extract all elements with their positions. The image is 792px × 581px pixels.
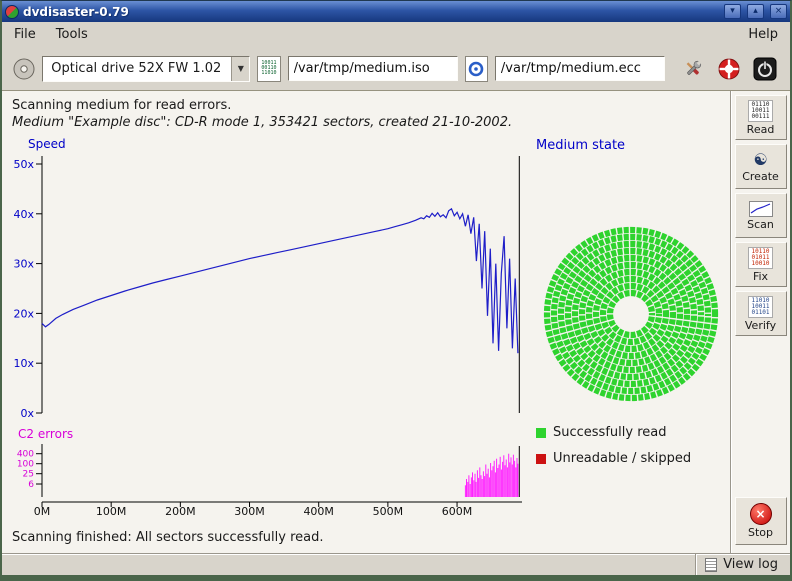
wrench-icon xyxy=(681,57,705,81)
view-log-button[interactable]: View log xyxy=(695,554,790,575)
app-window: dvdisaster-0.79 ▾ ▴ × File Tools Help Op… xyxy=(0,0,792,581)
verify-icon: 11010 10011 01101 xyxy=(748,296,772,318)
legend-unreadable: Unreadable / skipped xyxy=(536,451,740,466)
action-sidebar: 01110 10011 00111 Read ☯ Create Scan 101… xyxy=(730,91,790,553)
read-icon: 01110 10011 00111 xyxy=(748,100,772,122)
window-title: dvdisaster-0.79 xyxy=(23,5,718,19)
menu-file[interactable]: File xyxy=(4,23,46,46)
medium-state-legend: Successfully read Unreadable / skipped xyxy=(536,425,740,466)
fix-button[interactable]: 10110 01011 10010 Fix xyxy=(735,242,787,287)
menu-help[interactable]: Help xyxy=(738,23,788,46)
ecc-path-input[interactable] xyxy=(495,56,665,81)
ecc-disc-glyph xyxy=(468,61,484,77)
drive-select-value: Optical drive 52X FW 1.02 xyxy=(43,57,231,81)
legend-label-success: Successfully read xyxy=(553,425,666,440)
legend-swatch-unreadable xyxy=(536,454,546,464)
svg-text:6: 6 xyxy=(28,480,34,490)
log-icon xyxy=(705,558,717,572)
legend-swatch-success xyxy=(536,428,546,438)
stop-button-label: Stop xyxy=(748,526,773,539)
menubar: File Tools Help xyxy=(2,22,790,47)
svg-text:50x: 50x xyxy=(13,158,34,171)
fix-button-label: Fix xyxy=(753,270,768,283)
legend-label-unreadable: Unreadable / skipped xyxy=(553,451,691,466)
iso-path-input[interactable] xyxy=(288,56,458,81)
drive-select[interactable]: Optical drive 52X FW 1.02 ▼ xyxy=(42,56,250,82)
svg-text:10x: 10x xyxy=(13,357,34,370)
preferences-button[interactable] xyxy=(679,54,708,84)
verify-button[interactable]: 11010 10011 01101 Verify xyxy=(735,291,787,336)
read-button[interactable]: 01110 10011 00111 Read xyxy=(735,95,787,140)
content-area: Scanning medium for read errors. Medium … xyxy=(2,91,790,553)
verify-button-label: Verify xyxy=(745,319,776,332)
visualization-row: Speed 0x 10x 20x 30x 40x 50x 0M 100M 200M 300M 400M… xyxy=(2,136,730,520)
titlebar[interactable]: dvdisaster-0.79 ▾ ▴ × xyxy=(2,1,790,22)
fix-icon: 10110 01011 10010 xyxy=(748,247,772,269)
iso-image-icon: 10011 00110 11010 xyxy=(257,56,280,82)
status-area: Scanning medium for read errors. Medium … xyxy=(2,91,730,131)
disc-wrapper xyxy=(536,219,740,409)
scan-result-status: Scanning finished: All sectors successfu… xyxy=(2,520,730,545)
iso-icon-digits: 10011 00110 11010 xyxy=(261,61,276,76)
quit-button[interactable] xyxy=(751,54,780,84)
view-log-label: View log xyxy=(723,557,778,572)
svg-text:400: 400 xyxy=(17,450,34,460)
status-line-2: Medium "Example disc": CD-R mode 1, 3534… xyxy=(12,114,730,131)
create-button[interactable]: ☯ Create xyxy=(735,144,787,189)
svg-text:100M: 100M xyxy=(96,505,127,518)
scan-chart: Speed 0x 10x 20x 30x 40x 50x 0M 100M 200M 300M 400M… xyxy=(10,136,532,520)
svg-text:C2 errors: C2 errors xyxy=(18,427,73,441)
ecc-file-icon xyxy=(465,56,488,82)
power-icon xyxy=(753,57,777,81)
svg-text:0x: 0x xyxy=(20,407,34,420)
bottom-bar: View log xyxy=(2,553,790,575)
medium-state-disc xyxy=(536,219,726,409)
minimize-button[interactable]: ▾ xyxy=(724,4,741,19)
scan-button-label: Scan xyxy=(747,218,774,231)
stop-button[interactable]: × Stop xyxy=(735,497,787,545)
medium-state-panel: Medium state Successfully read Unreadabl… xyxy=(532,136,740,520)
lifesaver-icon xyxy=(717,57,741,81)
svg-text:20x: 20x xyxy=(13,307,34,320)
status-line-1: Scanning medium for read errors. xyxy=(12,97,730,114)
help-button[interactable] xyxy=(715,54,744,84)
read-button-label: Read xyxy=(747,123,775,136)
drive-icon xyxy=(12,57,35,81)
svg-text:Speed: Speed xyxy=(28,137,66,151)
svg-text:25: 25 xyxy=(23,470,34,480)
svg-text:400M: 400M xyxy=(303,505,334,518)
svg-text:500M: 500M xyxy=(373,505,404,518)
maximize-button[interactable]: ▴ xyxy=(747,4,764,19)
menu-tools[interactable]: Tools xyxy=(46,23,98,46)
window-icon xyxy=(5,5,19,19)
svg-text:30x: 30x xyxy=(13,258,34,271)
medium-state-title: Medium state xyxy=(536,138,740,153)
chevron-down-icon: ▼ xyxy=(231,57,249,81)
svg-text:200M: 200M xyxy=(165,505,196,518)
stop-icon: × xyxy=(750,503,772,525)
svg-text:40x: 40x xyxy=(13,208,34,221)
toolbar: Optical drive 52X FW 1.02 ▼ 10011 00110 … xyxy=(2,47,790,91)
svg-text:300M: 300M xyxy=(234,505,265,518)
chart-column: Speed 0x 10x 20x 30x 40x 50x 0M 100M 200M 300M 400M… xyxy=(2,136,532,520)
svg-text:100: 100 xyxy=(17,460,34,470)
close-button[interactable]: × xyxy=(770,4,787,19)
main-panel: Scanning medium for read errors. Medium … xyxy=(2,91,730,553)
legend-successfully-read: Successfully read xyxy=(536,425,740,440)
scan-button[interactable]: Scan xyxy=(735,193,787,238)
create-icon: ☯ xyxy=(753,151,767,169)
scan-icon xyxy=(749,201,773,217)
create-button-label: Create xyxy=(742,170,779,183)
svg-text:0M: 0M xyxy=(34,505,51,518)
svg-text:600M: 600M xyxy=(442,505,473,518)
